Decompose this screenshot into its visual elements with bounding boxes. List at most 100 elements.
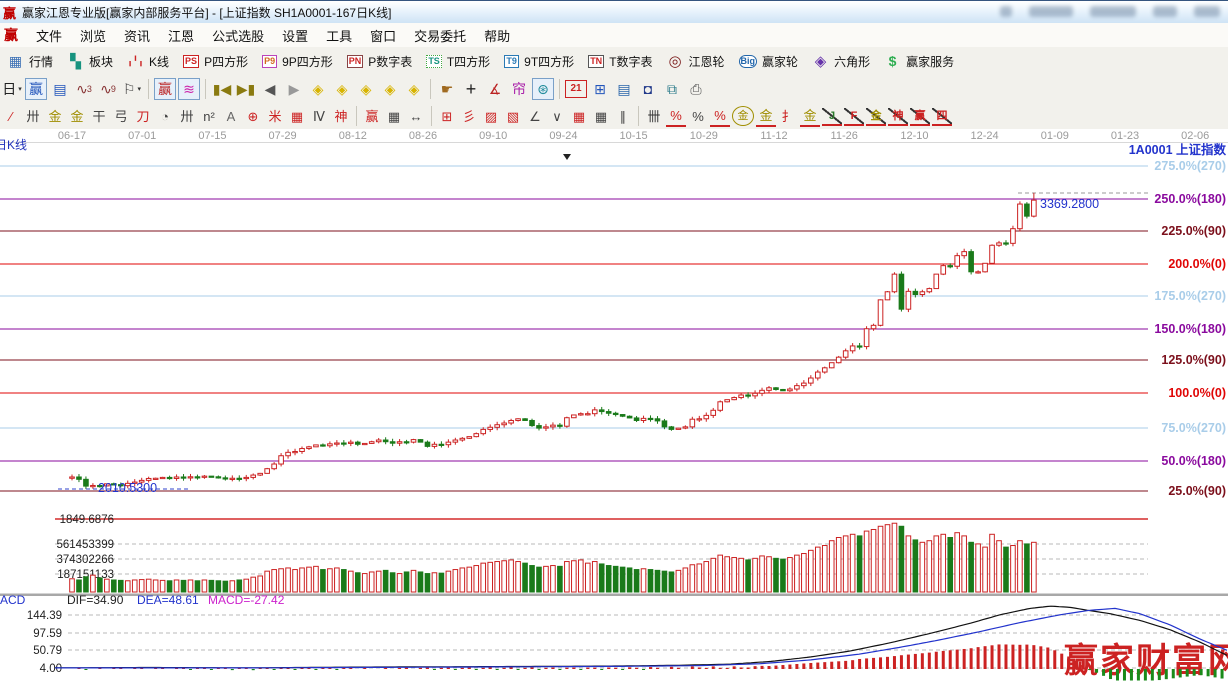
price-count-icon[interactable]: 卌 bbox=[644, 106, 664, 126]
9p-square-button[interactable]: P99P四方形 bbox=[255, 49, 340, 73]
p-table-button[interactable]: PNP数字表 bbox=[340, 49, 420, 73]
matrix-icon[interactable]: ▦ bbox=[569, 106, 589, 126]
gann-wheel-button[interactable]: ◎江恩轮 bbox=[660, 49, 732, 73]
percent-fan-icon[interactable]: % bbox=[666, 105, 686, 127]
period-day-button[interactable]: 日▾ bbox=[1, 78, 23, 100]
target-circle-icon[interactable]: ⊕ bbox=[243, 106, 263, 126]
winner-chart-button[interactable]: 赢 bbox=[25, 78, 47, 100]
chart-canvas[interactable]: 06-1707-0107-1507-2908-1208-2609-1009-24… bbox=[0, 129, 1228, 681]
save-button[interactable]: ◘ bbox=[637, 78, 659, 100]
winner-tool-button[interactable]: 赢 bbox=[154, 78, 176, 100]
wave9-button[interactable]: ∿9 bbox=[97, 78, 119, 100]
square-web-icon[interactable]: ▦ bbox=[287, 106, 307, 126]
count-ruler-icon[interactable]: ▦ bbox=[384, 106, 404, 126]
gold-levels-icon[interactable]: 金 bbox=[756, 105, 776, 127]
fan-lines-icon[interactable]: 彡 bbox=[459, 106, 479, 126]
diamond-all-button[interactable]: ◈ bbox=[403, 78, 425, 100]
percent-levels-icon[interactable]: % bbox=[710, 105, 730, 127]
brush-tool-icon[interactable]: 刀 bbox=[133, 106, 153, 126]
gold-circle-icon[interactable]: 金 bbox=[732, 106, 754, 126]
diamond-down-button[interactable]: ◈ bbox=[379, 78, 401, 100]
grid-box-icon[interactable]: ⊞ bbox=[437, 106, 457, 126]
prev-bar-button[interactable]: ◀ bbox=[259, 78, 281, 100]
percent-icon[interactable]: % bbox=[688, 106, 708, 126]
fork-line-icon[interactable]: A bbox=[221, 106, 241, 126]
next-bar-button[interactable]: ▶ bbox=[283, 78, 305, 100]
menu-item-3[interactable]: 江恩 bbox=[159, 23, 203, 47]
gold-fence-icon[interactable]: 金 bbox=[45, 106, 65, 126]
gann-box-icon[interactable]: ▨ bbox=[481, 106, 501, 126]
window-control-blob[interactable] bbox=[1090, 6, 1136, 17]
gann-frame-button[interactable]: 帘 bbox=[508, 78, 530, 100]
9t-square-button[interactable]: T99T四方形 bbox=[497, 49, 581, 73]
winner-service-button[interactable]: $赢家服务 bbox=[877, 49, 961, 73]
j-angle-icon[interactable]: J bbox=[822, 108, 842, 126]
menu-item-0[interactable]: 文件 bbox=[27, 23, 71, 47]
network-button[interactable]: ⧉ bbox=[661, 78, 683, 100]
n-square-icon[interactable]: n² bbox=[199, 106, 219, 126]
comb-tool-icon[interactable]: 卅 bbox=[23, 106, 43, 126]
angle-tool-button[interactable]: ∡ bbox=[484, 78, 506, 100]
menu-item-5[interactable]: 设置 bbox=[273, 23, 317, 47]
win-angle-icon[interactable]: 赢 bbox=[910, 108, 930, 126]
hand-tool-button[interactable]: ☛ bbox=[436, 78, 458, 100]
window-control-blob[interactable] bbox=[1029, 6, 1073, 17]
winner-wheel-button[interactable]: Big赢家轮 bbox=[732, 49, 806, 73]
four-angle-icon[interactable]: 四 bbox=[932, 108, 952, 126]
diamond-left-button[interactable]: ◈ bbox=[307, 78, 329, 100]
first-bar-button[interactable]: ▮◀ bbox=[211, 78, 233, 100]
wave3-button[interactable]: ∿3 bbox=[73, 78, 95, 100]
angle-line-icon[interactable]: ∠ bbox=[525, 106, 545, 126]
matrix2-icon[interactable]: ▦ bbox=[591, 106, 611, 126]
ink-brush-icon[interactable]: 扌 bbox=[778, 106, 798, 126]
menu-item-6[interactable]: 工具 bbox=[317, 23, 361, 47]
last-bar-button[interactable]: ▶▮ bbox=[235, 78, 257, 100]
zigzag-icon[interactable]: ∨ bbox=[547, 106, 567, 126]
menu-item-8[interactable]: 交易委托 bbox=[405, 23, 475, 47]
close-button[interactable] bbox=[1194, 6, 1220, 17]
shen-angle-icon[interactable]: 神 bbox=[888, 108, 908, 126]
flag-button[interactable]: ⚐▾ bbox=[121, 78, 143, 100]
notes-button[interactable]: ▤ bbox=[613, 78, 635, 100]
diamond-right-button[interactable]: ◈ bbox=[331, 78, 353, 100]
roman-ruler-icon[interactable]: Ⅳ bbox=[309, 106, 329, 126]
f-fence-icon[interactable]: 干 bbox=[89, 106, 109, 126]
span-measure-icon[interactable]: ↔ bbox=[406, 106, 426, 126]
menu-item-9[interactable]: 帮助 bbox=[475, 23, 519, 47]
print-button[interactable]: ⎙ bbox=[685, 78, 707, 100]
menu-item-2[interactable]: 资讯 bbox=[115, 23, 159, 47]
quotes-button[interactable]: ▦行情 bbox=[0, 49, 60, 73]
spectrum-chart-button[interactable]: ≋ bbox=[178, 78, 200, 100]
calculator-button[interactable]: ⊞ bbox=[589, 78, 611, 100]
shen-tool-icon[interactable]: 神 bbox=[331, 106, 351, 126]
parallel-icon[interactable]: ∥ bbox=[613, 106, 633, 126]
p-square-button[interactable]: PSP四方形 bbox=[176, 49, 255, 73]
spiral-tool-icon[interactable]: 弓 bbox=[111, 106, 131, 126]
t-square-button[interactable]: TST四方形 bbox=[419, 49, 497, 73]
pen-tool-icon[interactable]: ∕ bbox=[1, 106, 21, 126]
crosshair-tool-button[interactable]: + bbox=[460, 78, 482, 100]
menu-item-7[interactable]: 窗口 bbox=[361, 23, 405, 47]
menu-item-4[interactable]: 公式选股 bbox=[203, 23, 273, 47]
f-angle-icon[interactable]: F bbox=[844, 108, 864, 126]
gold-angle-icon[interactable]: 金 bbox=[866, 108, 886, 126]
gold-fence2-icon[interactable]: 金 bbox=[67, 106, 87, 126]
brain-button[interactable]: ⊛ bbox=[532, 78, 554, 100]
gann-grid-icon[interactable]: ▧ bbox=[503, 106, 523, 126]
window-control-blob[interactable] bbox=[1000, 6, 1012, 17]
fence-tool-icon[interactable]: 卅 bbox=[177, 106, 197, 126]
wave-gold-icon[interactable]: 金 bbox=[800, 105, 820, 127]
t-table-button[interactable]: TNT数字表 bbox=[581, 49, 659, 73]
window-controls[interactable] bbox=[1000, 6, 1220, 17]
clock-circle-icon[interactable]: ◔ bbox=[155, 106, 175, 126]
calendar-button[interactable]: 21 bbox=[565, 80, 587, 98]
kline-button[interactable]: ╻╹╻K线 bbox=[120, 49, 176, 73]
hexagon-button[interactable]: ◈六角形 bbox=[805, 49, 877, 73]
radial-web-icon[interactable]: 米 bbox=[265, 106, 285, 126]
sectors-button[interactable]: ▚板块 bbox=[60, 49, 120, 73]
win-ruler-icon[interactable]: 赢 bbox=[362, 106, 382, 126]
info-panel-button[interactable]: ▤ bbox=[49, 78, 71, 100]
minimize-button[interactable] bbox=[1153, 6, 1177, 17]
menu-item-1[interactable]: 浏览 bbox=[71, 23, 115, 47]
diamond-up-button[interactable]: ◈ bbox=[355, 78, 377, 100]
